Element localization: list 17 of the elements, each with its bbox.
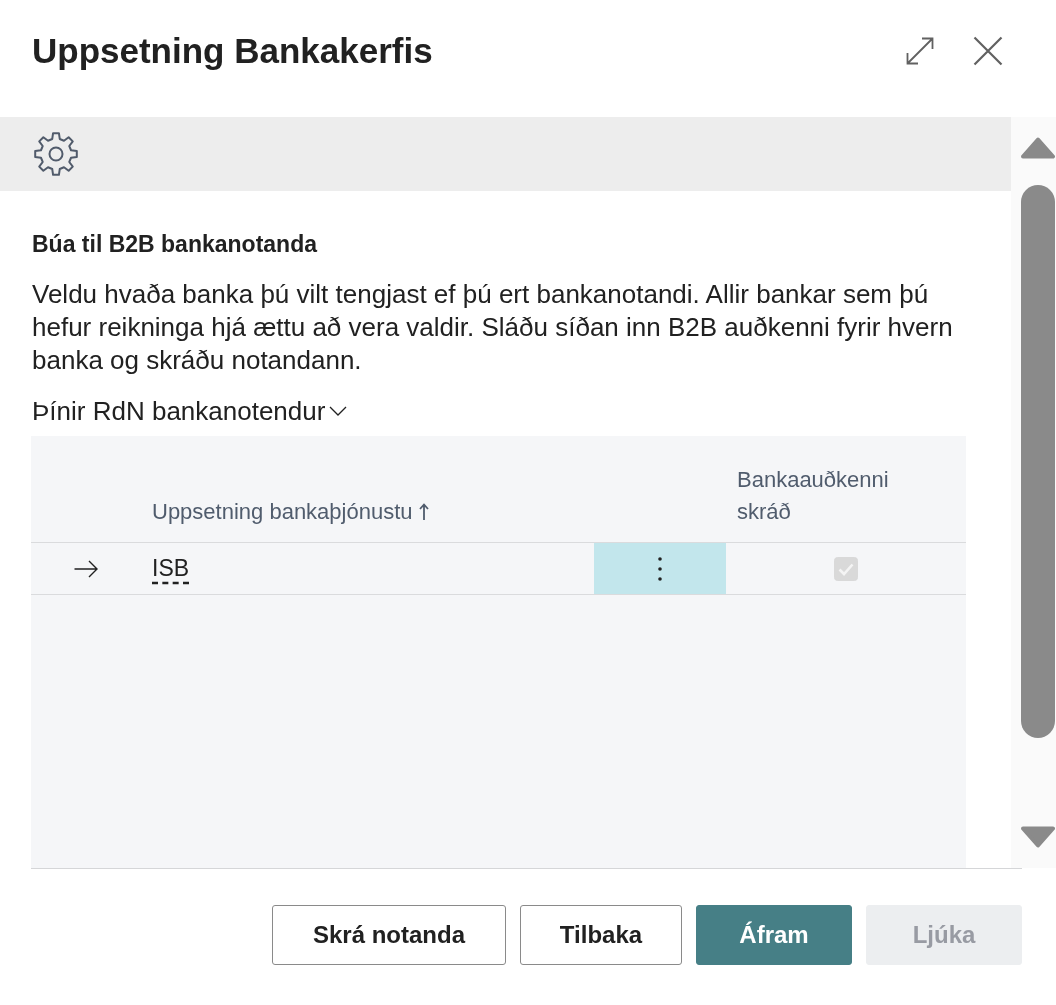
group-toggle[interactable]: Þínir RdN bankanotendur bbox=[32, 396, 348, 426]
secondary-button[interactable]: Skrá notanda bbox=[272, 905, 506, 965]
scroll-up-arrow-icon[interactable] bbox=[1021, 137, 1055, 159]
vertical-dots-icon bbox=[658, 556, 662, 581]
primary-button[interactable]: Áfram bbox=[696, 905, 852, 965]
secondary-button[interactable]: Tilbaka bbox=[520, 905, 682, 965]
scrollbar-thumb[interactable] bbox=[1021, 185, 1055, 738]
expand-icon[interactable] bbox=[905, 35, 935, 66]
gear-icon bbox=[32, 130, 80, 178]
column-header[interactable]: Bankaauðkenni skráð bbox=[737, 464, 907, 528]
column-header[interactable]: Uppsetning bankaþjónustu bbox=[152, 496, 413, 528]
scroll-down-arrow-icon[interactable] bbox=[1021, 826, 1055, 848]
bank-link[interactable]: ISB bbox=[152, 555, 190, 582]
section-description: Veldu hvaða banka þú vilt tengjast ef þú ert bankanotandi. Allir bankar sem þú hefur reikninga hjá ættu að vera valdir. Sláðu síðan inn B2B auðkenni fyrir hvern banka og skráðu notandann. bbox=[32, 278, 954, 377]
section-heading: Búa til B2B bankanotanda bbox=[32, 230, 319, 258]
dialog-title: Uppsetning Bankakerfis bbox=[32, 29, 434, 72]
close-icon[interactable] bbox=[973, 35, 1003, 66]
